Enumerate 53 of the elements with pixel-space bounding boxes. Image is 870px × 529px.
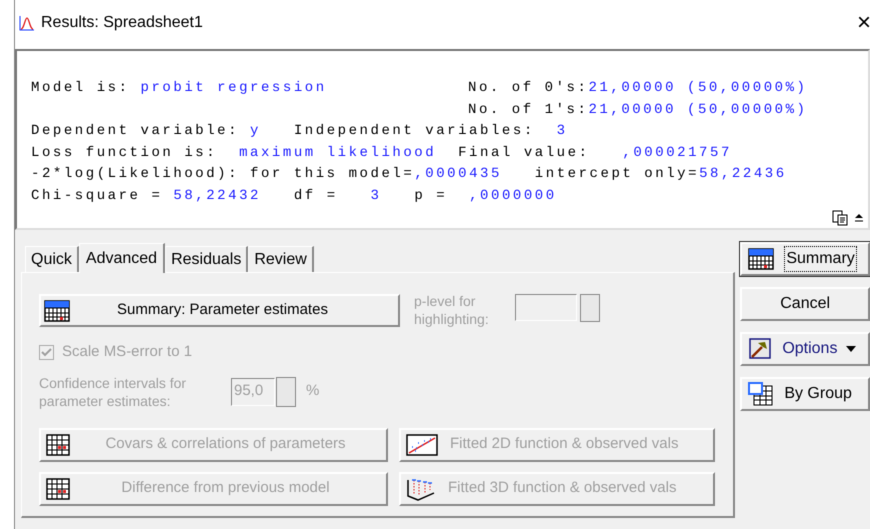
output-value: probit regression bbox=[140, 79, 327, 98]
output-value: 3 bbox=[556, 122, 568, 141]
copy-icon[interactable] bbox=[832, 210, 848, 226]
surface-plot-icon bbox=[406, 476, 436, 500]
window-title: Results: Spreadsheet1 bbox=[41, 13, 203, 33]
side-button[interactable]: By Group bbox=[740, 377, 870, 411]
output-label: Model is: bbox=[31, 79, 131, 98]
scatter-plot-icon bbox=[406, 434, 438, 456]
side-button[interactable]: Options bbox=[740, 332, 870, 366]
percent-label: % bbox=[306, 381, 320, 402]
output-label: Chi-square = bbox=[31, 186, 164, 206]
output-value: maximum likelihood bbox=[239, 144, 436, 162]
output-label: df = bbox=[292, 186, 339, 206]
spin-button[interactable] bbox=[276, 376, 296, 406]
output-value: y bbox=[250, 122, 261, 141]
output-label: No. of 1's: bbox=[468, 100, 588, 120]
output-value: 58,22436 bbox=[699, 165, 787, 184]
output-label: intercept only= bbox=[534, 165, 700, 184]
caret-icon bbox=[845, 345, 858, 353]
summary-table-icon bbox=[748, 248, 774, 270]
close-button[interactable]: × bbox=[852, 11, 870, 35]
curve-icon bbox=[19, 15, 35, 31]
output-label: Independent variables: bbox=[292, 122, 536, 141]
output-label: Final value: bbox=[457, 144, 591, 162]
summary-table-icon bbox=[44, 300, 70, 322]
output-value: ,0000000 bbox=[469, 186, 557, 206]
checkbox-label: Scale MS-error to 1 bbox=[62, 342, 192, 362]
output-value: ,000021757 bbox=[622, 144, 732, 162]
spin-button[interactable] bbox=[580, 294, 600, 322]
confidence-label: Confidence intervals for parameter estimates: bbox=[39, 374, 188, 410]
hammer-icon bbox=[748, 338, 772, 360]
table-icon bbox=[46, 434, 70, 456]
side-button[interactable]: Summary bbox=[740, 242, 870, 276]
output-value: 21,00000 (50,00000%) bbox=[588, 100, 808, 120]
summary-button[interactable]: Summary: Parameter estimates bbox=[39, 294, 400, 327]
output-value: 58,22432 bbox=[173, 186, 261, 206]
output-label: -2*log(Likelihood): for this model= bbox=[31, 165, 414, 184]
output-value: ,0000435 bbox=[414, 165, 502, 184]
output-label: No. of 0's: bbox=[468, 79, 588, 98]
tab[interactable]: Advanced bbox=[78, 243, 166, 273]
output-label: Loss function is: bbox=[31, 144, 218, 162]
side-button[interactable]: Cancel bbox=[740, 287, 870, 321]
tab[interactable]: Review bbox=[248, 246, 314, 272]
table-icon bbox=[46, 478, 70, 500]
tab[interactable]: Residuals bbox=[165, 246, 248, 272]
output-value: 3 bbox=[370, 186, 382, 206]
p-level-field[interactable] bbox=[515, 294, 577, 321]
output-value: 21,00000 (50,00000%) bbox=[588, 79, 808, 98]
tab[interactable]: Quick bbox=[25, 246, 79, 272]
by-group-icon bbox=[748, 382, 774, 406]
p-level-label: p-level for highlighting: bbox=[414, 292, 490, 328]
output-label: Dependent variable: bbox=[31, 122, 240, 141]
output-label: p = bbox=[413, 186, 448, 206]
